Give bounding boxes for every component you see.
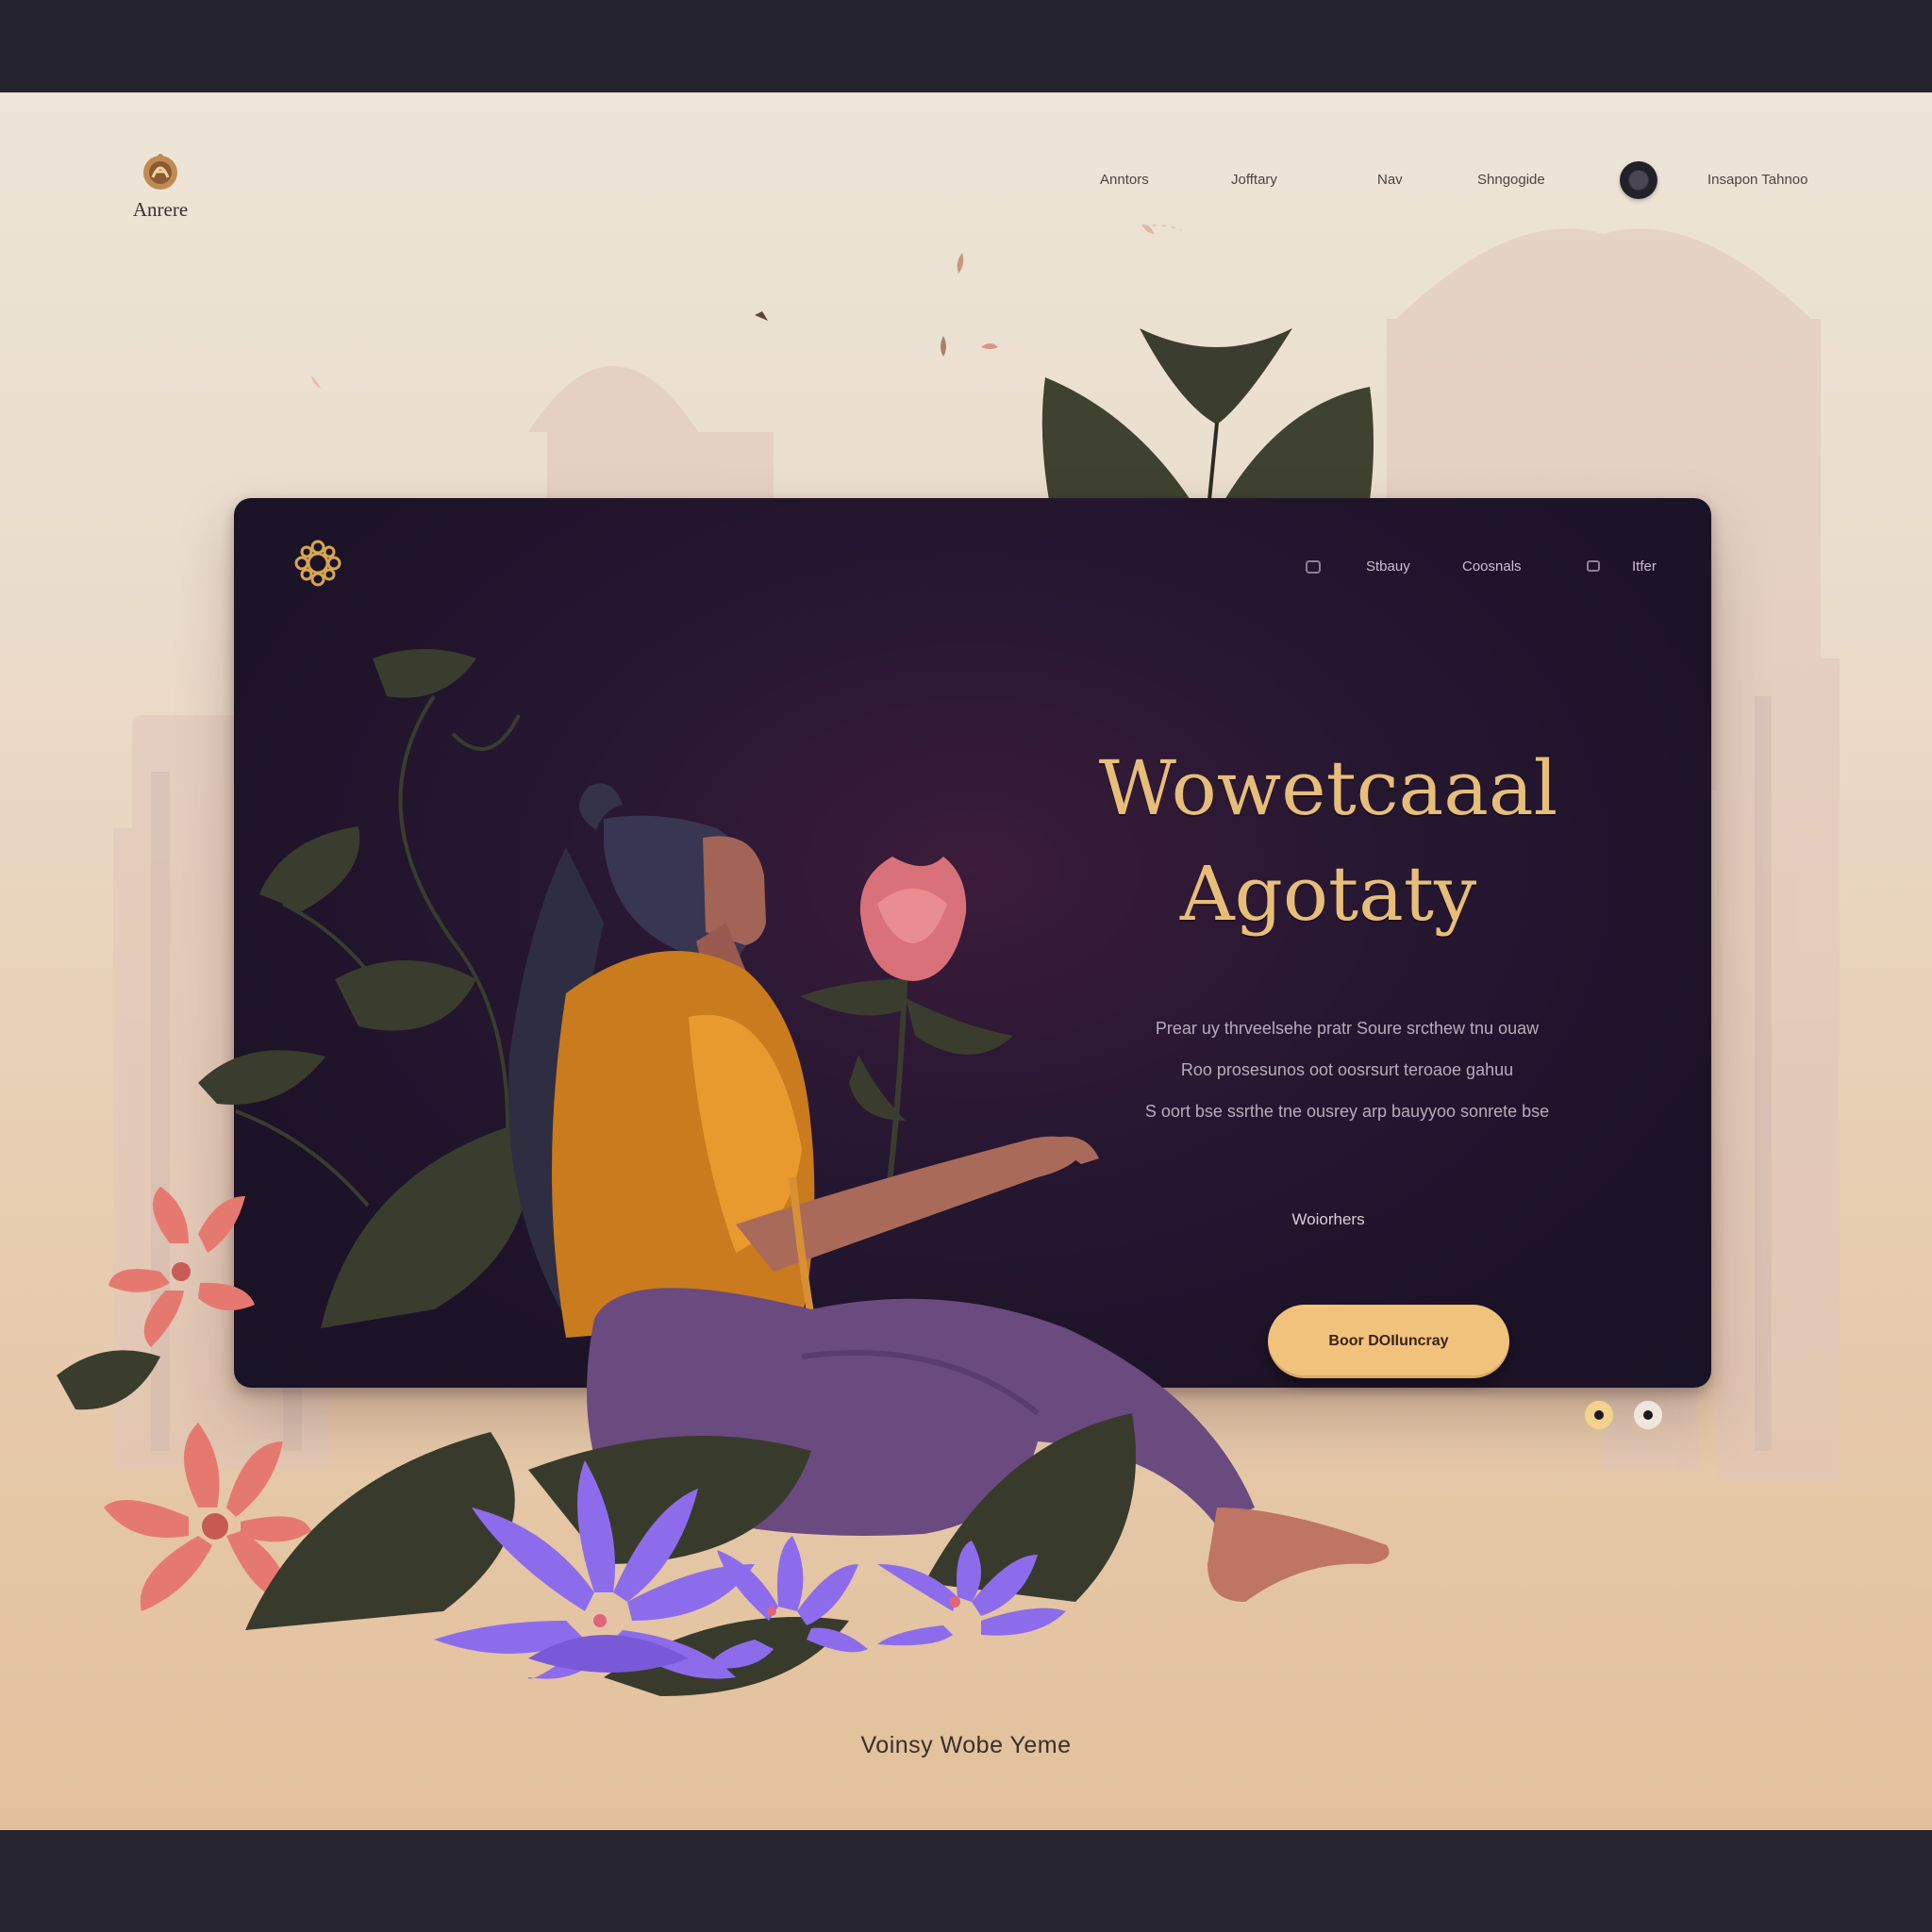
landing-page: Anrere Anntors Jofftary Nav Shngogide In… bbox=[0, 92, 1932, 1830]
meditating-woman-illustration bbox=[57, 649, 1390, 1696]
top-frame-band bbox=[0, 0, 1932, 92]
footer-text: Voinsy Wobe Yeme bbox=[860, 1732, 1072, 1758]
bottom-frame-band bbox=[0, 1830, 1932, 1932]
